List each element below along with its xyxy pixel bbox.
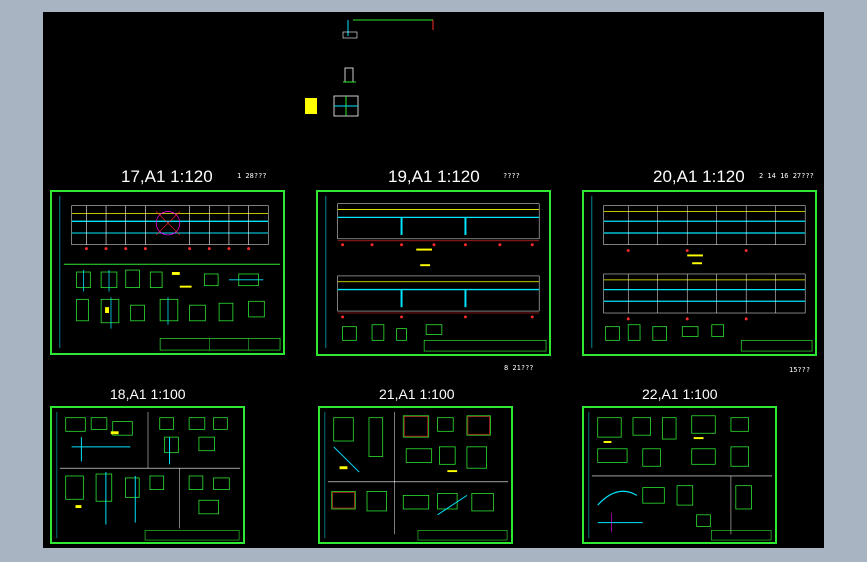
sheet-20-note: 2 14 16 27??? (759, 172, 814, 180)
sheet-19-note-bottom: 8 21??? (504, 364, 534, 372)
sheet-21-drawing (324, 411, 509, 541)
sheet-22[interactable] (582, 406, 777, 544)
sheet-19-drawing (325, 195, 547, 352)
sheet-20-drawing (591, 195, 813, 352)
sheet-20[interactable] (582, 190, 817, 356)
sheet-20-title: 20,A1 1:120 (653, 167, 745, 186)
sheet-20-note-bottom: 15??? (789, 366, 811, 374)
sheet-18-drawing (56, 411, 241, 541)
sheet-18-title: 18,A1 1:100 (110, 386, 186, 402)
sheet-22-drawing (588, 411, 773, 541)
sheet-17[interactable] (50, 190, 285, 355)
sheet-22-title: 22,A1 1:100 (642, 386, 718, 402)
sheet-18[interactable] (50, 406, 245, 544)
sheet-21-title: 21,A1 1:100 (379, 386, 455, 402)
sheet-19[interactable] (316, 190, 551, 356)
sheet-21[interactable] (318, 406, 513, 544)
sheet-19-title: 19,A1 1:120 (388, 167, 480, 186)
cad-drawing-canvas[interactable]: 17,A1 1:120 1 28??? 19,A1 1:120 ???? 20,… (43, 12, 824, 548)
sheet-17-note: 1 28??? (237, 172, 267, 180)
top-fragments (305, 19, 434, 117)
sheet-17-drawing (59, 195, 281, 351)
sheet-17-title: 17,A1 1:120 (121, 167, 213, 186)
sheet-19-note: ???? (503, 172, 520, 180)
